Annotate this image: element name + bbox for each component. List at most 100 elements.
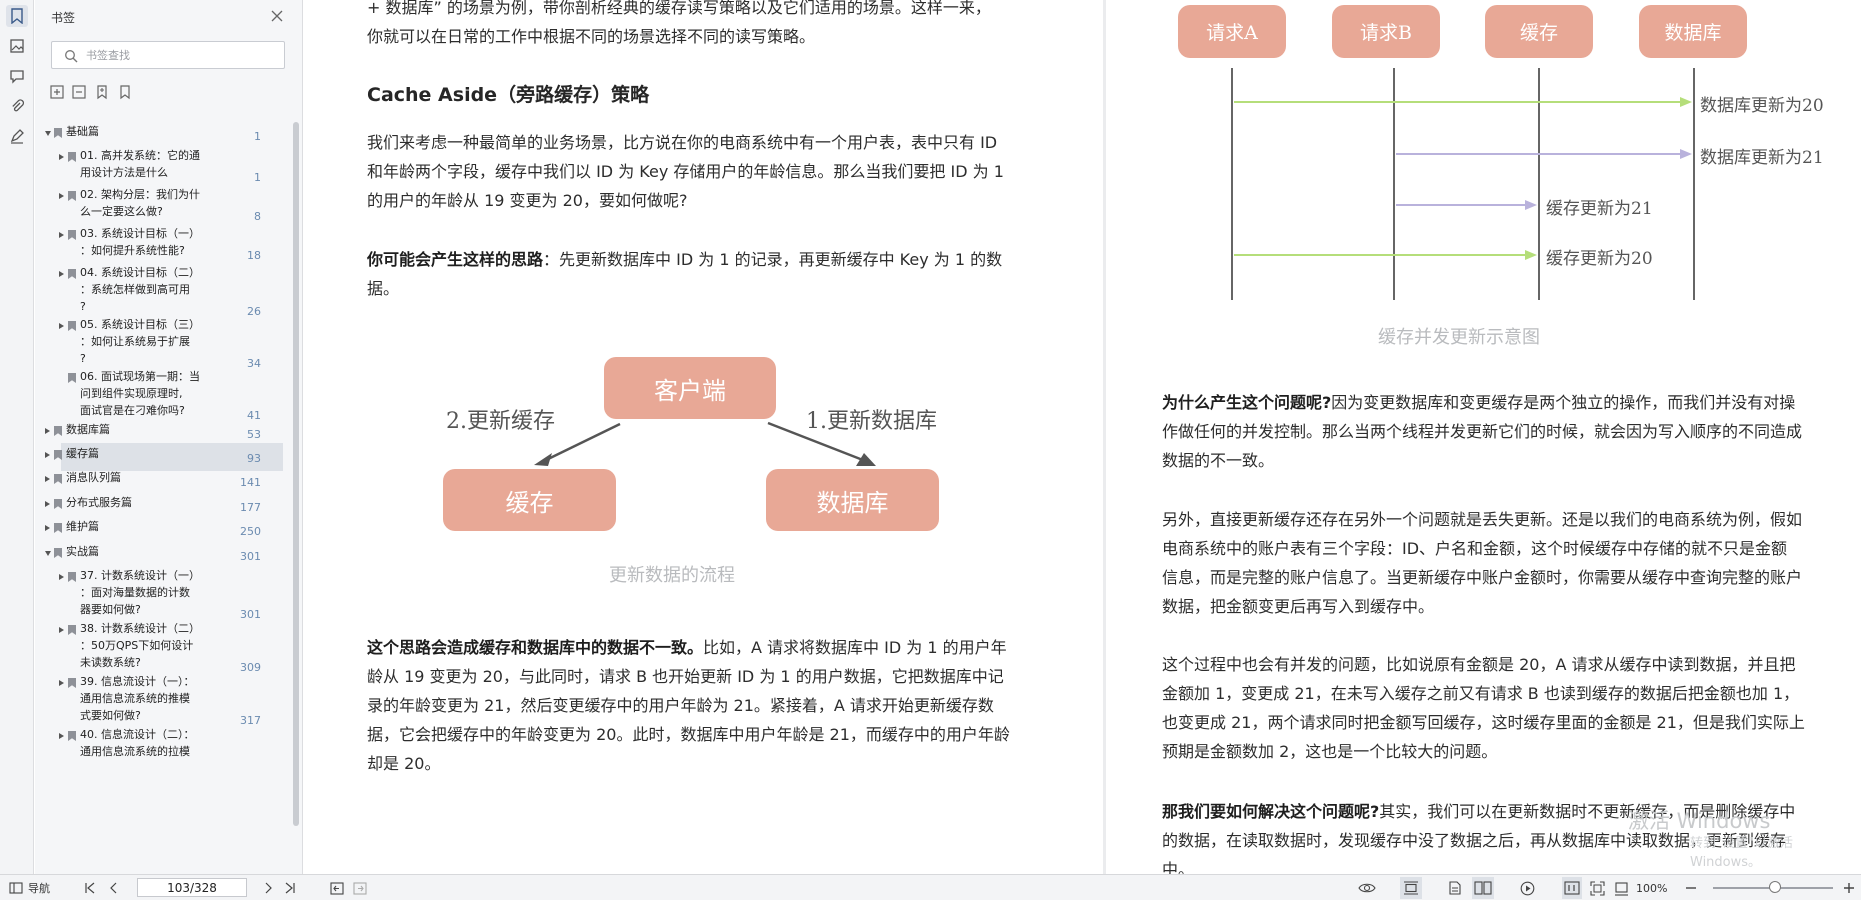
bookmark-page-number: 18 xyxy=(247,249,261,262)
bookmark-icon xyxy=(68,191,76,201)
expand-icon[interactable] xyxy=(45,525,50,531)
bookmark-page-number: 34 xyxy=(247,357,261,370)
expand-icon[interactable] xyxy=(45,428,50,434)
expand-icon[interactable] xyxy=(59,193,64,199)
double-page-icon[interactable] xyxy=(1472,877,1494,899)
close-icon[interactable] xyxy=(269,8,285,24)
add-bookmark-icon[interactable] xyxy=(94,84,110,100)
database-box: 数据库 xyxy=(766,469,939,531)
zoom-slider-thumb[interactable] xyxy=(1769,881,1782,893)
collapse-icon[interactable] xyxy=(45,131,51,136)
msg-cache-20: 缓存更新为20 xyxy=(1546,249,1653,269)
left-toolbar xyxy=(0,0,34,874)
bold-lead: 为什么产生这个问题呢? xyxy=(1162,393,1332,412)
paragraph-idea: 你可能会产生这样的思路：先更新数据库中 ID 为 1 的记录，再更新缓存中 Ke… xyxy=(367,245,1087,303)
bookmark-panel: 书签 基础篇 1 01. 高并发系统：它的通 用设计方法是什么 1 02. 架构分层：我… xyxy=(35,0,303,874)
attachment-icon[interactable] xyxy=(6,95,28,117)
bookmark-label: 数据库篇 xyxy=(66,423,110,436)
zoom-level: 100% xyxy=(1636,881,1668,895)
expand-icon[interactable] xyxy=(59,574,64,580)
fit-width-icon[interactable] xyxy=(1614,880,1629,896)
bookmark-label: 37. 计数系统设计（一） ：面对海量数据的计数 器要如何做? xyxy=(80,569,200,616)
navigation-button[interactable]: 导航 xyxy=(9,880,50,896)
bookmark-icon xyxy=(54,426,62,436)
msg-cache-21: 缓存更新为21 xyxy=(1546,199,1653,219)
diagram-caption: 更新数据的流程 xyxy=(609,565,735,586)
panel-scrollbar[interactable] xyxy=(293,122,299,826)
expand-icon[interactable] xyxy=(45,452,50,458)
panel-title: 书签 xyxy=(51,11,76,25)
play-icon[interactable] xyxy=(1520,880,1535,896)
paragraph-scenario: 我们来考虑一种最简单的业务场景，比方说在你的电商系统中有一个用户表，表中只有 I… xyxy=(367,133,1004,210)
thumbnail-icon[interactable] xyxy=(6,35,28,57)
bookmark-page-number: 26 xyxy=(247,305,261,318)
paragraph-lost-update: 另外，直接更新缓存还存在另外一个问题就是丢失更新。还是以我们的电商系统为例，假如… xyxy=(1162,510,1803,616)
zoom-in-icon[interactable] xyxy=(1843,880,1855,896)
bold-lead: 那我们要如何解决这个问题呢? xyxy=(1162,802,1380,821)
actor-cache: 缓存 xyxy=(1485,5,1593,58)
bookmark-label: 38. 计数系统设计（二） ：50万QPS下如何设计 未读数系统? xyxy=(80,622,200,669)
single-page-icon[interactable] xyxy=(1449,880,1461,896)
expand-icon[interactable] xyxy=(59,627,64,633)
signature-icon[interactable] xyxy=(6,125,28,147)
bookmark-icon xyxy=(68,678,76,688)
bookmark-tree: 基础篇 1 01. 高并发系统：它的通 用设计方法是什么 1 02. 架构分层：我们为什… xyxy=(35,118,293,874)
bookmark-search[interactable] xyxy=(51,41,285,69)
bookmark-label: 维护篇 xyxy=(66,520,99,533)
bookmark-page-number: 177 xyxy=(240,501,261,514)
expand-icon[interactable] xyxy=(59,154,64,160)
expand-icon[interactable] xyxy=(59,271,64,277)
intro-paragraph: + 数据库” 的场景为例，带你剖析经典的缓存读写策略以及它们适用的场景。这样一来… xyxy=(367,0,991,46)
bookmark-page-number: 1 xyxy=(254,130,261,143)
expand-icon[interactable] xyxy=(59,323,64,329)
collapse-icon[interactable] xyxy=(45,551,51,556)
expand-icon[interactable] xyxy=(59,232,64,238)
paragraph-inconsistency: 这个思路会造成缓存和数据库中的数据不一致。比如，A 请求将数据库中 ID 为 1… xyxy=(367,633,1087,778)
page-number-input[interactable] xyxy=(137,878,247,897)
bold-lead: 你可能会产生这样的思路 xyxy=(367,250,544,269)
back-icon[interactable] xyxy=(330,880,344,896)
bookmark-page-number: 141 xyxy=(240,476,261,489)
msg-db-21: 数据库更新为21 xyxy=(1700,148,1824,168)
expand-all-icon[interactable] xyxy=(49,84,65,100)
paragraph-concurrency: 这个过程中也会有并发的问题，比如说原有金额是 20，A 请求从缓存中读到数据，并… xyxy=(1162,655,1805,761)
eye-protection-icon[interactable] xyxy=(1358,880,1376,896)
bookmark-icon xyxy=(68,321,76,331)
continuous-view-icon[interactable] xyxy=(1400,877,1422,899)
collapse-all-icon[interactable] xyxy=(71,84,87,100)
msg-db-20: 数据库更新为20 xyxy=(1700,96,1824,116)
bookmark-page-number: 309 xyxy=(240,661,261,674)
prev-page-icon[interactable] xyxy=(108,880,120,896)
bookmark-page-number: 317 xyxy=(240,714,261,727)
section-heading: Cache Aside（旁路缓存）策略 xyxy=(367,84,650,106)
bookmark-panel-icon[interactable] xyxy=(6,5,28,27)
search-icon xyxy=(64,48,78,67)
zoom-out-icon[interactable] xyxy=(1685,880,1697,896)
bookmark-label: 实战篇 xyxy=(66,545,99,558)
expand-icon[interactable] xyxy=(59,733,64,739)
last-page-icon[interactable] xyxy=(284,880,296,896)
search-input[interactable] xyxy=(86,46,276,64)
fit-page-icon[interactable] xyxy=(1590,880,1605,896)
forward-icon[interactable] xyxy=(353,880,367,896)
flow-arrows xyxy=(534,421,876,466)
bookmark-icon xyxy=(68,230,76,240)
bookmark-label: 分布式服务篇 xyxy=(66,496,132,509)
next-page-icon[interactable] xyxy=(262,880,274,896)
bookmark-label: 02. 架构分层：我们为什 么一定要这么做? xyxy=(80,188,200,218)
expand-icon[interactable] xyxy=(45,501,50,507)
first-page-icon[interactable] xyxy=(84,880,96,896)
actual-size-icon[interactable] xyxy=(1562,877,1582,899)
comment-icon[interactable] xyxy=(6,65,28,87)
bookmark-icon xyxy=(54,499,62,509)
bookmark-icon xyxy=(54,128,62,138)
expand-icon[interactable] xyxy=(59,680,64,686)
bookmark-icon xyxy=(54,474,62,484)
expand-icon[interactable] xyxy=(45,476,50,482)
paragraph-why: 为什么产生这个问题呢?因为变更数据库和变更缓存是两个独立的操作，而我们并没有对操… xyxy=(1162,388,1852,475)
bookmark-icon xyxy=(68,152,76,162)
bookmark-page-number: 250 xyxy=(240,525,261,538)
pdf-reader-window: 书签 基础篇 1 01. 高并发系统：它的通 用设计方法是什么 1 02. 架构分层：我… xyxy=(0,0,1861,900)
cache-box: 缓存 xyxy=(443,469,616,531)
bookmark-icon[interactable] xyxy=(117,84,133,100)
